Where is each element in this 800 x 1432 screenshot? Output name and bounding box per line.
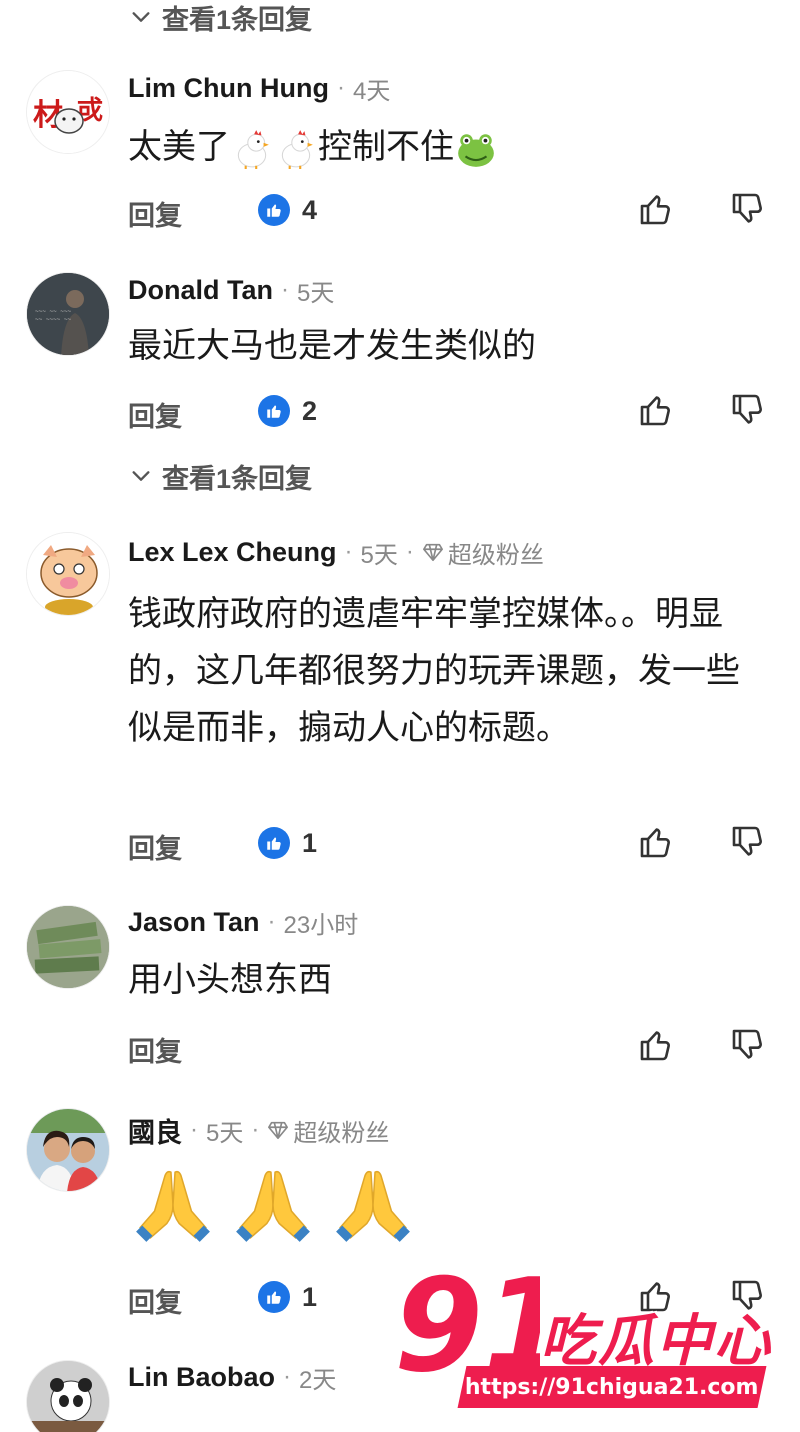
meta-separator: · [281, 276, 289, 303]
view-replies-label: 查看1条回复 [162, 4, 313, 35]
comment-actions: 回复 2 [0, 391, 800, 435]
diamond-icon [268, 1121, 289, 1140]
chevron-down-icon [132, 471, 150, 481]
watermark-brand: 吃瓜中心 [540, 1309, 772, 1372]
commenter-name[interactable]: Jason Tan [128, 907, 260, 938]
comment-time: 4天 [352, 77, 391, 105]
diamond-icon [422, 543, 443, 562]
super-fan-label: 超级粉丝 [293, 1119, 390, 1147]
avatar[interactable]: ~~~ ~~ ~~~ ~~ ~~~~ ~~ [26, 272, 110, 356]
comment-text: 钱政府政府的遗虐牢牢掌控媒体。。明显的，这几年都很努力的玩弄课题，发一些似是而非… [128, 595, 740, 747]
watermark-url-banner: https://91chigua21.com [457, 1366, 767, 1408]
super-fan-label: 超级粉丝 [447, 541, 544, 569]
comment-meta: Jason Tan · 23小时 [128, 902, 358, 942]
like-icon [258, 827, 290, 859]
comment-emojis [132, 1164, 414, 1246]
like-count-badge: 1 [258, 827, 317, 859]
meta-separator: · [405, 538, 414, 565]
thumbs-up-icon[interactable] [636, 1026, 674, 1064]
comment-meta: Lin Baobao · 2天 [128, 1357, 336, 1397]
comment-meta: Lex Lex Cheung · 5天 · 超级粉丝 [128, 532, 544, 572]
comments-page: 查看1条回复 材 戓 Lim Chun Hung · 4天 太美了 控制不住 回复 [0, 0, 800, 1432]
like-count-badge: 4 [258, 194, 317, 226]
commenter-name[interactable]: Lin Baobao [128, 1362, 275, 1393]
meta-separator: · [283, 1363, 291, 1390]
thumbs-up-icon[interactable] [636, 823, 674, 861]
comment-text: 用小头想东西 [128, 961, 332, 999]
comment-text-end: 控制不住 [318, 128, 454, 166]
commenter-name[interactable]: Donald Tan [128, 275, 273, 306]
commenter-name[interactable]: Lim Chun Hung [128, 73, 329, 104]
chicken-emoji [237, 130, 269, 169]
avatar[interactable] [26, 532, 110, 616]
thumbs-down-icon[interactable] [728, 823, 766, 861]
like-count: 1 [302, 1281, 318, 1312]
thumbs-up-icon[interactable] [636, 391, 674, 429]
comment-meta: Lim Chun Hung · 4天 [128, 68, 390, 108]
like-icon [258, 1281, 290, 1313]
reply-button[interactable]: 回复 [128, 395, 182, 434]
like-count: 4 [302, 194, 318, 225]
like-count: 1 [302, 827, 318, 858]
thumbs-down-icon[interactable] [728, 391, 766, 429]
avatar[interactable]: 材 戓 [26, 70, 110, 154]
meta-separator: · [267, 908, 276, 935]
comment-actions: 回复 1 [0, 823, 800, 867]
watermark-url: https://91chigua21.com [465, 1374, 759, 1400]
meta-separator: · [190, 1116, 198, 1143]
avatar[interactable] [26, 905, 110, 989]
svg-text:~~~ ~~ ~~~: ~~~ ~~ ~~~ [35, 308, 72, 315]
view-replies-link[interactable]: 查看1条回复 [130, 456, 312, 496]
frog-emoji [458, 134, 494, 167]
super-fan-badge: 超级粉丝 [267, 1113, 389, 1148]
like-icon [258, 194, 290, 226]
like-count: 2 [302, 395, 318, 426]
folded-hands-emoji [136, 1170, 210, 1242]
comment-actions: 回复 4 [0, 190, 800, 234]
comment-text: 太美了 控制不住 [128, 119, 768, 176]
view-replies-link[interactable]: 查看1条回复 [130, 0, 312, 37]
like-icon [258, 395, 290, 427]
avatar[interactable] [26, 1108, 110, 1192]
meta-separator: · [336, 74, 345, 101]
comment-meta: Donald Tan · 5天 [128, 270, 334, 310]
reply-button[interactable]: 回复 [128, 194, 182, 233]
avatar[interactable] [26, 1360, 110, 1432]
commenter-name[interactable]: 國良 [128, 1111, 182, 1150]
chicken-emoji [281, 130, 313, 169]
thumbs-down-icon[interactable] [728, 1026, 766, 1064]
comment-text: 最近大马也是才发生类似的 [128, 327, 536, 365]
chevron-down-icon [132, 12, 150, 22]
meta-separator: · [344, 538, 353, 565]
reply-button[interactable]: 回复 [128, 827, 182, 866]
comment-actions: 回复 [0, 1026, 800, 1070]
comment-meta: 國良 · 5天 · 超级粉丝 [128, 1110, 389, 1150]
comment-time: 5天 [297, 279, 335, 307]
comment-time: 2天 [299, 1366, 337, 1394]
thumbs-up-icon[interactable] [636, 190, 674, 228]
comment-time: 5天 [206, 1119, 244, 1147]
commenter-name[interactable]: Lex Lex Cheung [128, 537, 337, 568]
view-replies-label: 查看1条回复 [162, 463, 313, 494]
svg-text:~~ ~~~~ ~~: ~~ ~~~~ ~~ [35, 316, 72, 323]
super-fan-badge: 超级粉丝 [422, 535, 544, 570]
watermark: 91 吃瓜中心 https://91chigua21.com [390, 1258, 780, 1428]
comment-time: 23小时 [283, 911, 359, 939]
comment-time: 5天 [360, 541, 398, 569]
comment-text-start: 太美了 [128, 128, 230, 166]
reply-button[interactable]: 回复 [128, 1281, 182, 1320]
reply-button[interactable]: 回复 [128, 1030, 182, 1069]
folded-hands-emoji [336, 1170, 410, 1242]
thumbs-down-icon[interactable] [728, 190, 766, 228]
like-count-badge: 2 [258, 395, 317, 427]
meta-separator: · [251, 1116, 260, 1143]
folded-hands-emoji [236, 1170, 310, 1242]
like-count-badge: 1 [258, 1281, 317, 1313]
